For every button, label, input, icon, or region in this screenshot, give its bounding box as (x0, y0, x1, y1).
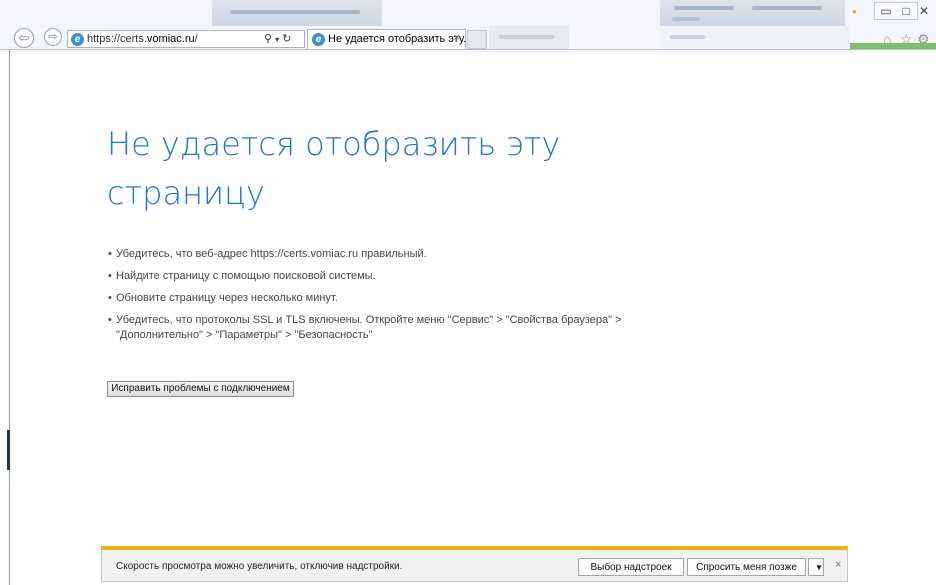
background-window-strip (212, 0, 382, 26)
tab-close-button[interactable]: × (454, 32, 460, 44)
background-window-strip (660, 26, 850, 49)
suggestion-item: Убедитесь, что протоколы SSL и TLS включ… (108, 313, 668, 343)
refresh-icon[interactable]: ↻ (282, 33, 291, 45)
tab-active[interactable]: e Не удается отобразить эту... × (307, 29, 472, 49)
window-controls: ▭ □ (874, 2, 918, 20)
address-url[interactable]: https://certs.vomiac.ru/ (87, 32, 198, 47)
chrome-bottom-border (0, 49, 936, 50)
suggestion-item: Убедитесь, что веб-адрес https://certs.v… (108, 247, 668, 262)
page-left-edge (9, 50, 10, 585)
suggestion-list: Убедитесь, что веб-адрес https://certs.v… (108, 247, 668, 350)
page-left-marker (7, 430, 10, 470)
address-tools: ⚲ ▾ ↻ (264, 32, 291, 47)
maximize-button[interactable]: □ (897, 2, 915, 20)
address-bar[interactable]: e https://certs.vomiac.ru/ ⚲ ▾ ↻ (67, 30, 305, 48)
background-window-accent (850, 43, 936, 49)
ie-site-icon: e (71, 33, 84, 46)
dropdown-icon[interactable]: ▾ (275, 35, 279, 44)
background-window-strip (660, 0, 845, 26)
new-tab-button[interactable] (467, 30, 487, 49)
notification-close-button[interactable]: × (835, 559, 841, 571)
background-tab-strip (489, 26, 569, 49)
minimize-button[interactable]: ▭ (877, 2, 895, 20)
back-button[interactable]: ⇦ (14, 28, 34, 48)
forward-arrow-icon: ⇨ (48, 31, 58, 43)
choose-addons-button[interactable]: Выбор надстроек (578, 558, 684, 576)
ask-later-button[interactable]: Спросить меня позже (687, 558, 806, 576)
page-title: Не удается отобразить эту страницу (107, 125, 561, 212)
close-window-button[interactable]: ✕ (915, 2, 933, 20)
notification-text: Скорость просмотра можно увеличить, откл… (116, 561, 403, 572)
search-icon[interactable]: ⚲ (264, 33, 272, 45)
tab-ie-icon: e (312, 33, 325, 46)
fix-connection-button[interactable]: Исправить проблемы с подключением (107, 381, 294, 397)
browser-chrome: ⇦ ⇨ e https://certs.vomiac.ru/ ⚲ ▾ ↻ e Н… (0, 0, 936, 52)
back-arrow-icon: ⇦ (18, 30, 30, 45)
tab-title: Не удается отобразить эту... (328, 33, 473, 45)
forward-button[interactable]: ⇨ (44, 28, 62, 46)
notification-dot-icon: ● (852, 7, 857, 16)
suggestion-item: Обновите страницу через несколько минут. (108, 291, 668, 306)
ask-later-dropdown[interactable]: ▼ (808, 558, 824, 576)
suggestion-item: Найдите страницу с помощью поисковой сис… (108, 269, 668, 284)
notification-bar: Скорость просмотра можно увеличить, откл… (101, 546, 848, 582)
